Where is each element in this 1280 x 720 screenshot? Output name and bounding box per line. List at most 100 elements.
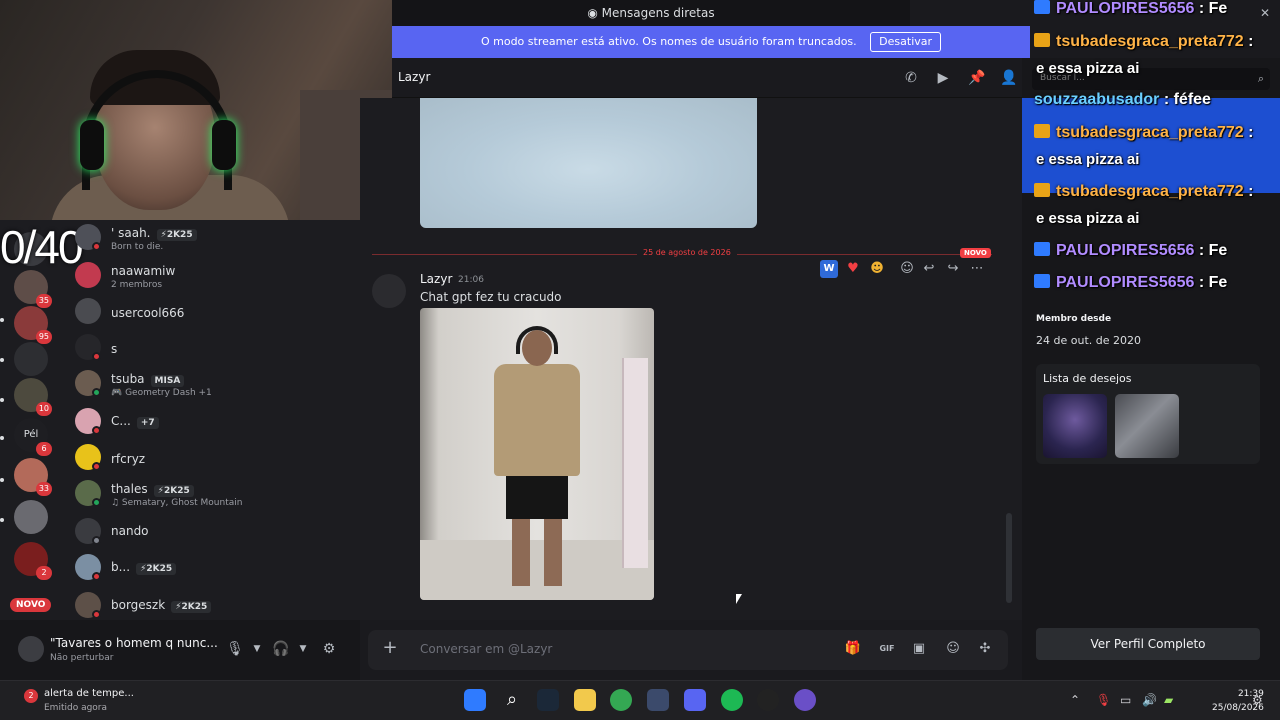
photo-attachment[interactable] bbox=[420, 308, 654, 600]
server-icon[interactable]: 95 bbox=[14, 306, 52, 344]
word-icon[interactable] bbox=[647, 689, 669, 711]
dm-item[interactable]: nando bbox=[75, 516, 360, 550]
message-time: 21:06 bbox=[458, 275, 484, 285]
dm-item[interactable]: thales ⚡2K25 ♫ Sematary, Ghost Mountain bbox=[75, 478, 360, 512]
dm-tag: MISA bbox=[150, 375, 185, 387]
dm-sub: 🎮 Geometry Dash +1 bbox=[111, 388, 212, 398]
dm-item[interactable]: tsuba MISA 🎮 Geometry Dash +1 bbox=[75, 368, 360, 402]
chevron-down-icon[interactable]: ▼ bbox=[294, 640, 312, 658]
server-icon[interactable]: Pél 6 bbox=[14, 418, 52, 456]
server-badge: 10 bbox=[35, 402, 52, 416]
full-profile-button[interactable]: Ver Perfil Completo bbox=[1036, 628, 1260, 660]
file-explorer-icon[interactable] bbox=[574, 689, 596, 711]
dm-item[interactable]: borgeszk ⚡2K25 bbox=[75, 590, 360, 624]
emoji-icon[interactable]: ☺ bbox=[944, 640, 962, 658]
dm-item[interactable]: C... +7 bbox=[75, 406, 360, 440]
mouse-cursor-icon bbox=[736, 594, 742, 604]
scrollbar[interactable] bbox=[1006, 513, 1012, 603]
forward-icon[interactable]: ↪ bbox=[944, 260, 962, 278]
server-icon[interactable] bbox=[14, 500, 48, 534]
unread-pip bbox=[0, 318, 4, 322]
photo-headset bbox=[516, 326, 558, 354]
network-icon[interactable]: ▭ bbox=[1120, 693, 1131, 707]
dm-item[interactable]: rfcryz bbox=[75, 442, 360, 476]
wishlist-item[interactable] bbox=[1043, 394, 1107, 458]
dm-name: b... bbox=[111, 560, 131, 574]
dm-item[interactable]: ' saah. ⚡2K25 Born to die. bbox=[75, 222, 360, 256]
dm-item[interactable]: s bbox=[75, 332, 360, 366]
dm-item[interactable]: b... ⚡2K25 bbox=[75, 552, 360, 586]
steam-icon[interactable] bbox=[537, 689, 559, 711]
disable-streamer-button[interactable]: Desativar bbox=[870, 32, 942, 52]
image-attachment[interactable] bbox=[420, 98, 757, 228]
discord-logo-icon: ◉ bbox=[587, 6, 602, 20]
search-icon[interactable]: ⌕ bbox=[1258, 72, 1264, 86]
chrome-icon[interactable] bbox=[610, 689, 632, 711]
laugh-emoji-icon[interactable]: ☻ bbox=[868, 260, 886, 278]
chevron-down-icon[interactable]: ▼ bbox=[248, 640, 266, 658]
server-icon[interactable] bbox=[14, 342, 48, 376]
server-icon[interactable]: 35 bbox=[14, 270, 52, 308]
server-badge: 6 bbox=[36, 442, 52, 456]
recipient-name: Lazyr bbox=[398, 70, 431, 84]
server-rail: 35 95 10 Pél 6 33 2 NOVO bbox=[0, 220, 62, 680]
add-reaction-icon[interactable]: ☺ bbox=[898, 260, 916, 278]
search-icon[interactable]: ⌕ bbox=[501, 689, 523, 711]
spotify-icon[interactable] bbox=[721, 689, 743, 711]
pin-icon[interactable]: 📌 bbox=[968, 69, 986, 87]
message-author[interactable]: Lazyr bbox=[420, 272, 452, 286]
composer-input[interactable]: Conversar em @Lazyr bbox=[420, 642, 552, 656]
gear-icon[interactable]: ⚙ bbox=[320, 640, 338, 658]
video-call-icon[interactable]: ▶ bbox=[934, 69, 952, 87]
volume-icon[interactable]: 🔊 bbox=[1142, 693, 1157, 707]
close-icon[interactable]: ✕ bbox=[1260, 6, 1270, 20]
webcam-feed bbox=[0, 0, 392, 220]
app-icon[interactable] bbox=[794, 689, 816, 711]
reply-icon[interactable]: ↩ bbox=[920, 260, 938, 278]
w-reaction-icon[interactable]: W bbox=[820, 260, 838, 278]
chevron-up-icon[interactable]: ⌃ bbox=[1070, 693, 1080, 707]
dm-tag: ⚡2K25 bbox=[171, 601, 212, 613]
dm-name: tsuba bbox=[111, 372, 145, 386]
discord-icon[interactable] bbox=[684, 689, 706, 711]
add-friend-icon[interactable]: 👤 bbox=[1000, 69, 1018, 87]
server-icon[interactable]: 10 bbox=[14, 378, 52, 416]
obs-icon[interactable] bbox=[757, 689, 779, 711]
wishlist-label: Lista de desejos bbox=[1043, 372, 1132, 385]
unread-pip bbox=[0, 436, 4, 440]
gear-icon[interactable]: ⚙ bbox=[1252, 693, 1263, 707]
message-composer[interactable]: + Conversar em @Lazyr 🎁 GIF ▣ ☺ ✣ bbox=[368, 630, 1008, 670]
profile-panel: Buscar l... ⌕ Membro desde 24 de out. de … bbox=[1022, 58, 1280, 680]
notification-title: alerta de tempe... bbox=[44, 688, 134, 699]
dm-item[interactable]: naawamiw 2 membros bbox=[75, 260, 360, 294]
headphones-icon[interactable]: 🎧 bbox=[272, 640, 290, 658]
gift-icon[interactable]: 🎁 bbox=[844, 640, 862, 658]
dm-sub: 2 membros bbox=[111, 280, 163, 290]
date-divider-text: 25 de agosto de 2026 bbox=[637, 248, 737, 257]
servers-new-badge[interactable]: NOVO bbox=[10, 598, 52, 612]
message-list[interactable]: 25 de agosto de 2026 NOVO Lazyr 21:06 Ch… bbox=[360, 98, 1022, 620]
message-text: Chat gpt fez tu cracudo bbox=[420, 290, 562, 304]
plus-icon[interactable]: + bbox=[380, 638, 400, 658]
dm-tag: ⚡2K25 bbox=[156, 229, 197, 241]
heart-icon[interactable]: ♥ bbox=[844, 260, 862, 278]
crown-icon bbox=[1034, 33, 1050, 47]
battery-icon[interactable]: ▰ bbox=[1164, 693, 1173, 707]
voice-call-icon[interactable]: ✆ bbox=[902, 69, 920, 87]
search-input[interactable]: Buscar l... ⌕ bbox=[1032, 68, 1270, 90]
windows-start-icon[interactable] bbox=[464, 689, 486, 711]
wishlist-item[interactable] bbox=[1115, 394, 1179, 458]
apps-icon[interactable]: ✣ bbox=[976, 640, 994, 658]
dm-item[interactable]: usercool666 bbox=[75, 296, 360, 330]
avatar[interactable] bbox=[372, 274, 406, 308]
more-icon[interactable]: ⋯ bbox=[968, 260, 986, 278]
microphone-icon[interactable]: 🎙 bbox=[226, 640, 244, 658]
avatar[interactable] bbox=[18, 636, 44, 662]
server-icon[interactable]: 33 bbox=[14, 458, 52, 496]
microphone-icon[interactable]: 🎙 bbox=[1096, 693, 1111, 707]
webcam-ear-left bbox=[80, 120, 104, 170]
server-icon[interactable]: 2 bbox=[14, 542, 52, 580]
sticker-icon[interactable]: ▣ bbox=[910, 640, 928, 658]
gif-icon[interactable]: GIF bbox=[878, 640, 896, 658]
screen: 35 95 10 Pél 6 33 2 NOVO 0/40 ' saah. ⚡2K2… bbox=[0, 0, 1280, 720]
